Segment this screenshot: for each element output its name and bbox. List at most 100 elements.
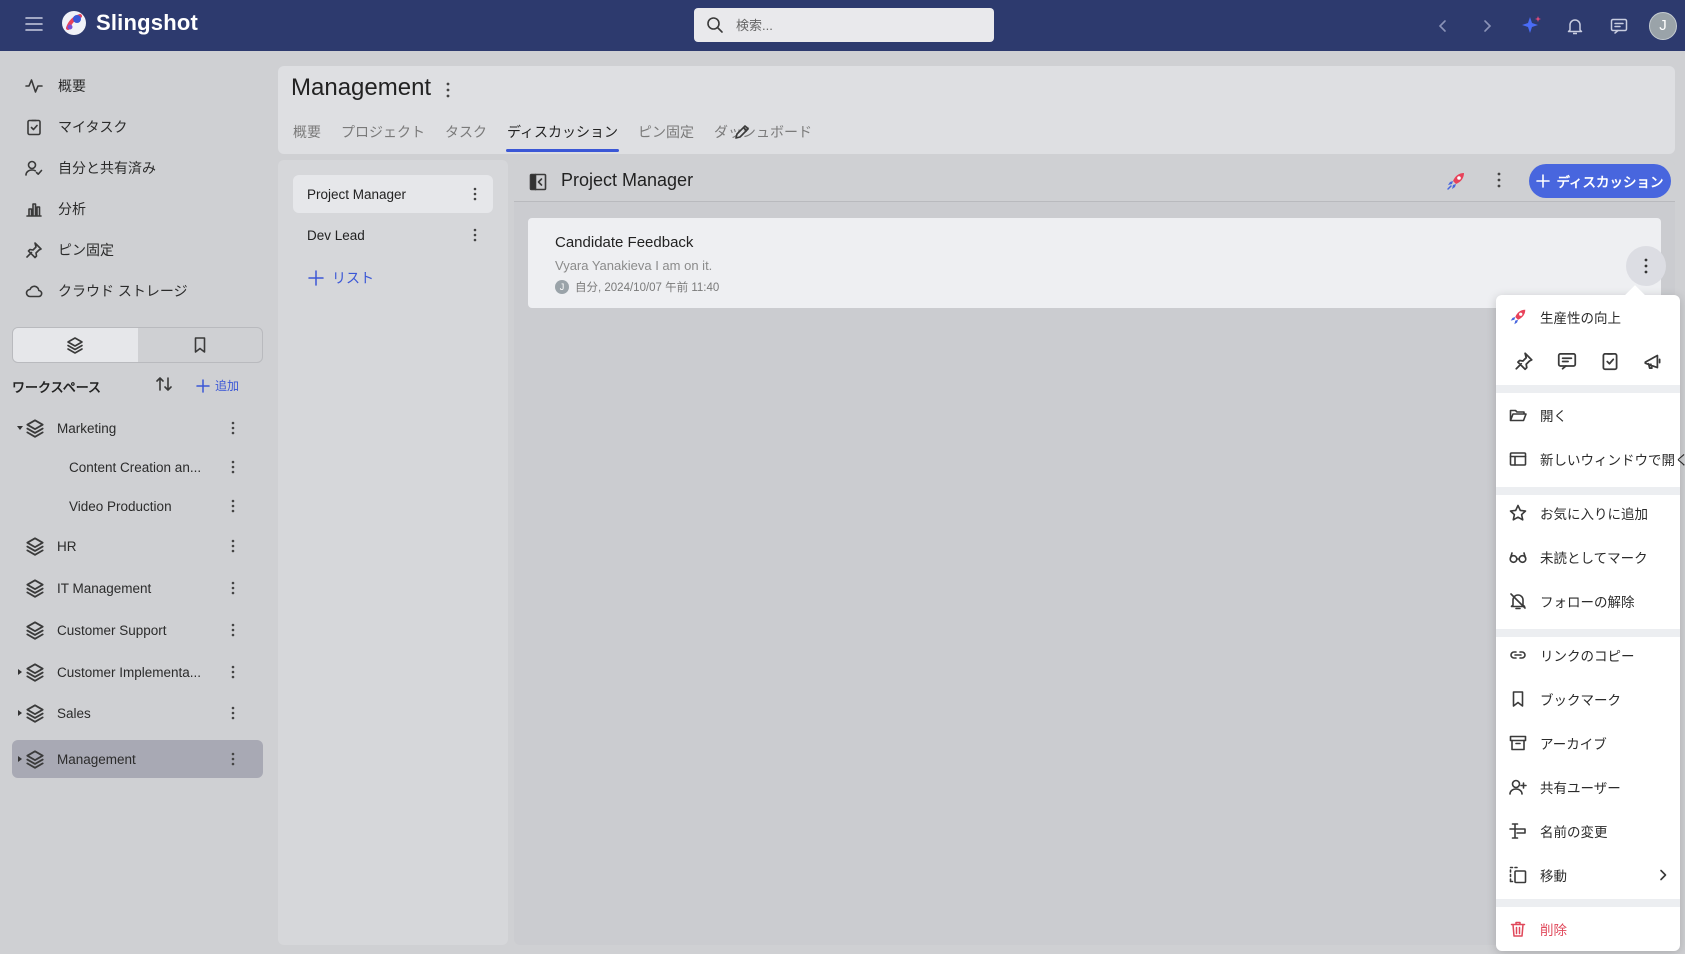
kebab-menu-icon[interactable] xyxy=(446,82,450,98)
search-input[interactable] xyxy=(736,17,966,33)
workspace-label: HR xyxy=(57,538,77,554)
workspace-label: Management xyxy=(57,751,136,767)
kebab-menu-icon[interactable] xyxy=(231,706,235,720)
workspace-item-video-production[interactable]: Video Production xyxy=(12,487,263,525)
back-arrow-icon[interactable] xyxy=(1421,0,1465,51)
workspace-item-customer-support[interactable]: Customer Support xyxy=(12,611,263,649)
menu-item-copy-link[interactable]: リンクのコピー xyxy=(1496,635,1680,675)
caret-right-icon[interactable] xyxy=(17,710,23,716)
menu-label: 移動 xyxy=(1540,869,1567,884)
menu-item-delete[interactable]: 削除 xyxy=(1496,909,1680,949)
clipboard-check-icon[interactable] xyxy=(1599,350,1621,372)
menu-label: リンクのコピー xyxy=(1540,649,1635,664)
caret-right-icon[interactable] xyxy=(17,756,23,762)
nav-item-my-tasks[interactable]: マイタスク xyxy=(24,112,127,142)
workspace-item-it-management[interactable]: IT Management xyxy=(12,569,263,607)
layers-icon xyxy=(26,419,44,438)
kebab-menu-icon[interactable] xyxy=(231,539,235,553)
rocket-icon[interactable] xyxy=(1445,170,1467,192)
kebab-menu-icon[interactable] xyxy=(473,187,477,201)
kebab-menu-icon[interactable] xyxy=(231,499,235,513)
ai-sparkle-icon[interactable] xyxy=(1509,0,1553,51)
workspace-item-customer-implementation[interactable]: Customer Implementa... xyxy=(12,653,263,691)
chat-icon[interactable] xyxy=(1597,0,1641,51)
nav-item-pinned[interactable]: ピン固定 xyxy=(24,235,114,265)
menu-item-archive[interactable]: アーカイブ xyxy=(1496,723,1680,763)
slingshot-logo-icon xyxy=(62,11,86,35)
menu-item-share-users[interactable]: 共有ユーザー xyxy=(1496,767,1680,807)
workspace-item-hr[interactable]: HR xyxy=(12,527,263,565)
bell-icon[interactable] xyxy=(1553,0,1597,51)
workspace-item-management[interactable]: Management xyxy=(12,740,263,778)
bookmarks-view-tab[interactable] xyxy=(138,328,263,362)
user-avatar[interactable]: J xyxy=(1641,0,1685,51)
list-item-dev-lead[interactable]: Dev Lead xyxy=(293,216,493,254)
context-menu: 生産性の向上 開く 新しいウィンドウで開く お気に入りに追加 未読としてマーク … xyxy=(1496,295,1685,951)
workspace-item-sales[interactable]: Sales xyxy=(12,694,263,732)
list-item-project-manager[interactable]: Project Manager xyxy=(293,175,493,213)
kebab-menu-icon[interactable] xyxy=(231,623,235,637)
kebab-menu-icon[interactable] xyxy=(231,460,235,474)
menu-item-productivity[interactable]: 生産性の向上 xyxy=(1496,297,1680,337)
tab-tasks[interactable]: タスク xyxy=(445,122,487,152)
nav-item-overview[interactable]: 概要 xyxy=(24,71,86,101)
megaphone-icon[interactable] xyxy=(1642,350,1664,372)
kebab-menu-icon[interactable] xyxy=(231,581,235,595)
sort-icon[interactable] xyxy=(154,374,174,394)
menu-item-rename[interactable]: 名前の変更 xyxy=(1496,811,1680,851)
search-box[interactable] xyxy=(694,8,994,42)
workspace-item-marketing[interactable]: Marketing xyxy=(12,409,263,447)
menu-label: 削除 xyxy=(1540,923,1567,938)
pin-icon xyxy=(26,242,42,259)
menu-item-add-favorite[interactable]: お気に入りに追加 xyxy=(1496,493,1680,533)
tab-discussions[interactable]: ディスカッション xyxy=(505,122,620,152)
pin-icon[interactable] xyxy=(1513,350,1535,372)
menu-item-unfollow[interactable]: フォローの解除 xyxy=(1496,581,1680,621)
kebab-menu-icon[interactable] xyxy=(231,421,235,435)
kebab-menu-icon[interactable] xyxy=(473,228,477,242)
forward-arrow-icon[interactable] xyxy=(1465,0,1509,51)
workspace-label: Content Creation an... xyxy=(69,459,202,475)
nav-item-shared-with-me[interactable]: 自分と共有済み xyxy=(24,153,156,183)
collapse-panel-icon[interactable] xyxy=(528,172,548,192)
caret-down-icon[interactable] xyxy=(17,425,23,431)
app-logo[interactable]: Slingshot xyxy=(60,9,198,37)
workspace-label: Customer Support xyxy=(57,622,167,638)
nav-item-analytics[interactable]: 分析 xyxy=(24,194,86,224)
menu-label: お気に入りに追加 xyxy=(1540,507,1648,522)
discussion-card[interactable]: Candidate Feedback Vyara Yanakieva I am … xyxy=(528,218,1666,308)
kebab-menu-icon[interactable] xyxy=(1497,172,1501,188)
kebab-menu-icon[interactable] xyxy=(231,752,235,766)
add-list-button[interactable]: リスト xyxy=(308,268,374,288)
menu-item-move[interactable]: 移動 xyxy=(1496,855,1680,895)
menu-item-bookmark[interactable]: ブックマーク xyxy=(1496,679,1680,719)
add-list-label: リスト xyxy=(332,270,374,286)
workspaces-view-tab[interactable] xyxy=(13,328,138,362)
layers-icon xyxy=(26,663,44,682)
hamburger-menu-icon[interactable] xyxy=(24,14,44,34)
tab-pinned[interactable]: ピン固定 xyxy=(638,122,694,152)
tab-overview[interactable]: 概要 xyxy=(293,122,321,152)
menu-item-mark-unread[interactable]: 未読としてマーク xyxy=(1496,537,1680,577)
menu-item-open-new-window[interactable]: 新しいウィンドウで開く xyxy=(1496,439,1685,479)
comment-icon[interactable] xyxy=(1556,350,1578,372)
tab-dashboard[interactable]: ダッシュボード xyxy=(714,122,812,152)
menu-item-open[interactable]: 開く xyxy=(1496,395,1680,435)
menu-label: 新しいウィンドウで開く xyxy=(1540,453,1685,468)
new-discussion-button[interactable]: ディスカッション xyxy=(1529,164,1671,198)
discussion-more-button[interactable] xyxy=(1626,246,1666,286)
workspace-item-content-creation[interactable]: Content Creation an... xyxy=(12,448,263,486)
rename-icon xyxy=(1509,823,1526,839)
caret-right-icon[interactable] xyxy=(17,669,23,675)
layers-icon xyxy=(26,621,44,640)
layers-icon xyxy=(26,750,44,769)
avatar: J xyxy=(555,280,569,294)
trash-icon xyxy=(1510,921,1526,937)
pencil-icon[interactable] xyxy=(732,122,752,142)
nav-item-cloud-storage[interactable]: クラウド ストレージ xyxy=(24,276,188,306)
tab-projects[interactable]: プロジェクト xyxy=(341,122,425,152)
layers-icon xyxy=(26,579,44,598)
workspace-label: Customer Implementa... xyxy=(57,664,202,680)
add-workspace-button[interactable]: 追加 xyxy=(195,377,239,394)
kebab-menu-icon[interactable] xyxy=(231,665,235,679)
